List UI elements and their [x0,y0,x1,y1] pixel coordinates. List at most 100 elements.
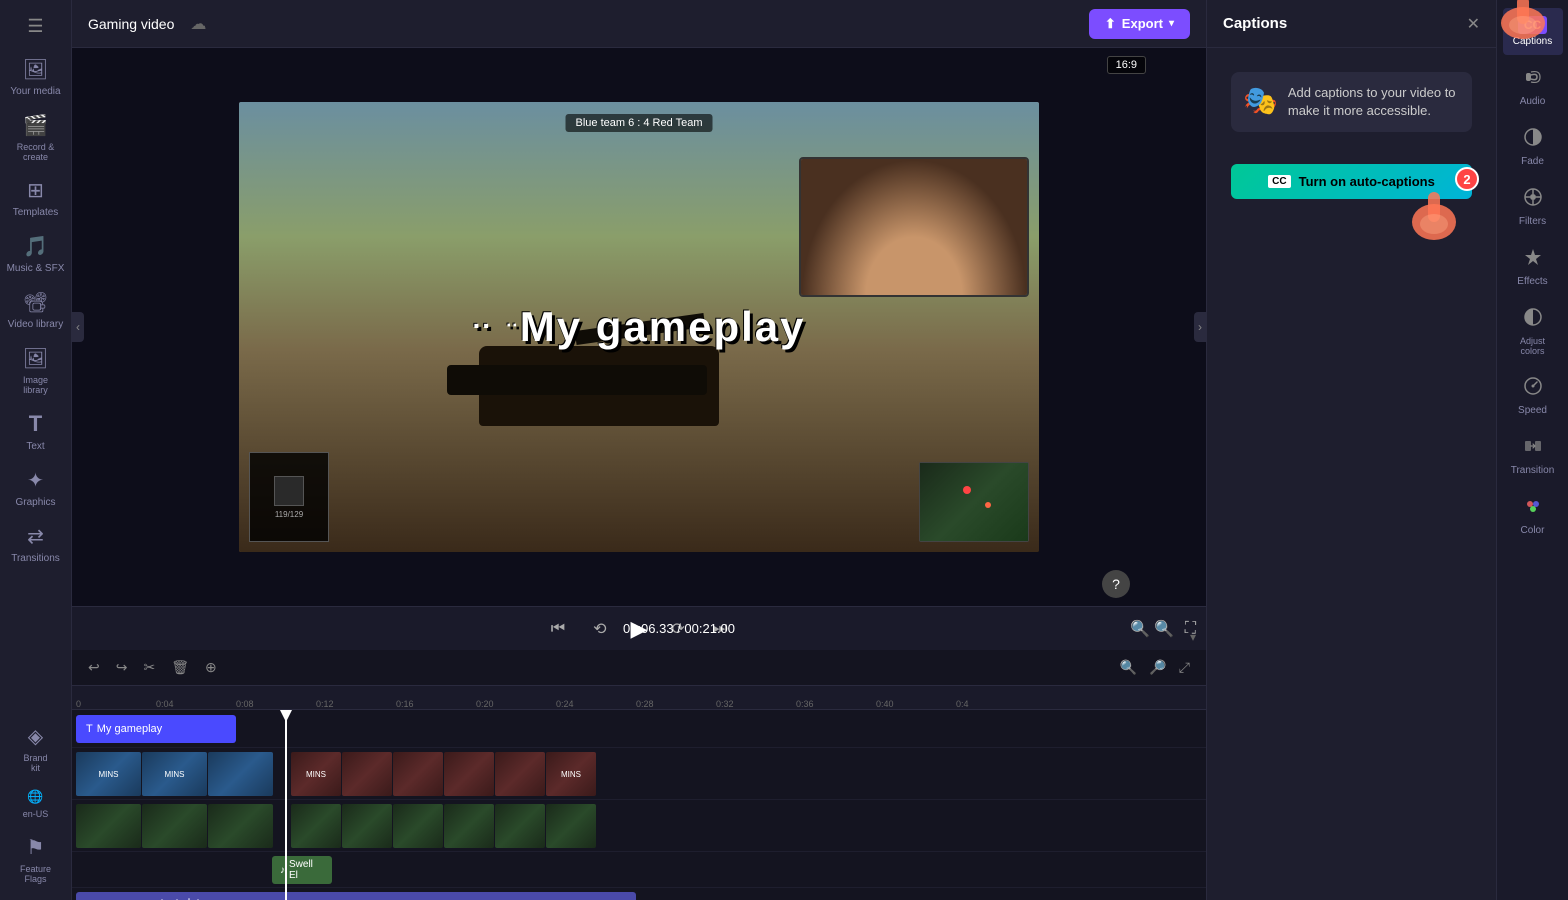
video-thumb-2-9 [546,804,596,848]
sidebar-item-graphics[interactable]: ✦ Graphics [0,460,71,516]
panel-close-button[interactable]: ✕ [1467,14,1480,34]
icon-tool-speed[interactable]: Speed [1503,368,1563,424]
video-thumb-3 [208,752,273,796]
icon-tool-fade[interactable]: Fade [1503,119,1563,175]
captions-content: 🎭 Add captions to your video to make it … [1207,48,1496,156]
help-button[interactable]: ? [1102,570,1130,598]
sidebar-item-your-media[interactable]: 🖼 Your media [0,49,71,105]
sidebar-item-templates[interactable]: ⊞ Templates [0,170,71,226]
speed-tool-icon [1523,376,1543,401]
timeline-toolbar: ↩ ↪ ✂ 🗑 ⊕ 🔍 🔎 ⤢ [72,650,1206,686]
delete-button[interactable]: 🗑 [167,657,193,678]
title-clip-icon: T [86,723,93,735]
video-thumb-8 [495,752,545,796]
aspect-ratio-badge[interactable]: 16:9 [1107,56,1146,74]
swell-clip-label: Swell El [289,859,324,881]
sidebar-item-record[interactable]: 🎬 Record &create [0,105,71,170]
icon-tool-transition[interactable]: Transition [1503,428,1563,484]
video-thumb-2-4 [291,804,341,848]
adjust-colors-tool-icon [1523,307,1543,332]
map-overlay [919,462,1029,542]
inventory-slot [274,476,304,506]
video-seg-2-pre[interactable] [76,804,286,848]
sidebar-item-locale[interactable]: 🌐 en-US [0,781,71,827]
video-strip-1: MINS MINS MINS [76,752,631,796]
collapse-left-button[interactable]: ‹ [72,312,84,342]
skip-to-start-button[interactable]: ⏮ [547,616,569,642]
video-thumb-2-6 [393,804,443,848]
cc-icon: CC [1518,16,1547,34]
sidebar-item-transitions[interactable]: ⇄ Transitions [0,516,71,572]
video-thumb-9: MINS [546,752,596,796]
zoom-in-button[interactable]: 🔎 [1145,657,1170,678]
ruler-mark-24: 0:24 [556,699,636,709]
sidebar-item-image-library[interactable]: 🖼 Imagelibrary [0,338,71,403]
rewind-button[interactable]: ⟲ [589,615,610,643]
video-track-2-row [72,800,1206,852]
fade-tool-icon [1523,127,1543,152]
icon-tool-captions[interactable]: 1 CC Captions [1503,8,1563,55]
map-marker [963,486,971,494]
auto-captions-label: Turn on auto-captions [1299,174,1435,189]
add-to-timeline-button[interactable]: ⊕ [201,657,221,678]
video-segment-post[interactable]: MINS MINS [291,752,631,796]
icon-tool-audio[interactable]: Audio [1503,59,1563,115]
redo-button[interactable]: ↪ [112,657,132,678]
collapse-right-button[interactable]: › [1194,312,1206,342]
video-library-icon: 📽 [23,290,48,315]
video-segment-pre[interactable]: MINS MINS [76,752,286,796]
your-media-icon: 🖼 [23,57,48,82]
webcam-pip [799,157,1029,297]
video-thumb-6 [393,752,443,796]
video-thumb-2-5 [342,804,392,848]
video-background: ‥My gameplay Blue team 6 : 4 Red Team [239,102,1039,552]
ruler-mark-32: 0:32 [716,699,796,709]
tank-tracks [447,365,707,395]
title-clip[interactable]: T My gameplay [76,715,236,743]
undo-button[interactable]: ↩ [84,657,104,678]
preview-container: ‥My gameplay Blue team 6 : 4 Red Team [72,48,1206,606]
video-thumb-2-3 [208,804,273,848]
sidebar-item-music[interactable]: 🎵 Music & SFX [0,226,71,282]
fit-timeline-button[interactable]: ⤢ [1175,657,1194,678]
preview-controls-row: ⏮ ⟲ ▶ ⟳ ⏭ 00:06.33 / 00:21.00 🔍 🔍 ⛶ ▾ [72,606,1206,650]
filters-tool-icon [1523,187,1543,212]
video-seg-2-post[interactable] [291,804,631,848]
sidebar-item-brand[interactable]: ◈ Brandkit [0,716,71,781]
sidebar-item-video-library[interactable]: 📽 Video library [0,282,71,338]
project-title: Gaming video [88,16,174,32]
icon-tool-color[interactable]: Color [1503,488,1563,544]
auto-captions-container: CC Turn on auto-captions 2 [1219,156,1484,207]
timeline-ruler: 0 0:04 0:08 0:12 0:16 0:20 0:24 0:28 0:3… [72,686,1206,710]
icon-tool-adjust-colors[interactable]: Adjustcolors [1503,299,1563,364]
captions-emoji: 🎭 [1243,84,1278,117]
sidebar-item-text[interactable]: T Text [0,403,71,460]
video-thumb-2: MINS [142,752,207,796]
zoom-out-timeline-button[interactable]: 🔍 [1130,619,1150,639]
cut-button[interactable]: ✂ [139,657,159,678]
locale-label: en-US [23,809,49,819]
zoom-in-timeline-button[interactable]: 🔍 [1154,619,1174,639]
timeline-tracks: T My gameplay MINS MINS [72,710,1206,900]
auto-captions-button[interactable]: CC Turn on auto-captions [1231,164,1472,199]
video-strip-2 [76,804,631,848]
title-clip-label: My gameplay [97,723,162,735]
icon-tool-filters[interactable]: Filters [1503,179,1563,235]
cc-badge: CC [1268,175,1290,188]
hyped-clip[interactable]: ♪ All hyped up [76,892,636,900]
adjust-colors-tool-label: Adjustcolors [1520,336,1545,356]
title-track-row: T My gameplay [72,710,1206,748]
sidebar-item-feature-flags[interactable]: ⚑ FeatureFlags [0,827,71,892]
main-area: Gaming video ☁ ⬆ Export ▾ ‥My gameplay [72,0,1206,900]
hamburger-menu-icon[interactable]: ☰ [27,16,43,37]
time-display: 00:06.33 / 00:21.00 [623,621,735,636]
export-button[interactable]: ⬆ Export ▾ [1089,9,1190,39]
locale-icon: 🌐 [27,789,43,805]
ruler-mark-16: 0:16 [396,699,476,709]
swell-clip[interactable]: ♪ Swell El [272,856,332,884]
record-icon: 🎬 [23,113,48,138]
captions-description: Add captions to your video to make it mo… [1288,84,1460,120]
icon-tool-effects[interactable]: Effects [1503,239,1563,295]
collapse-timeline-button[interactable]: ▾ [1190,630,1196,644]
zoom-out-button[interactable]: 🔍 [1116,657,1141,678]
